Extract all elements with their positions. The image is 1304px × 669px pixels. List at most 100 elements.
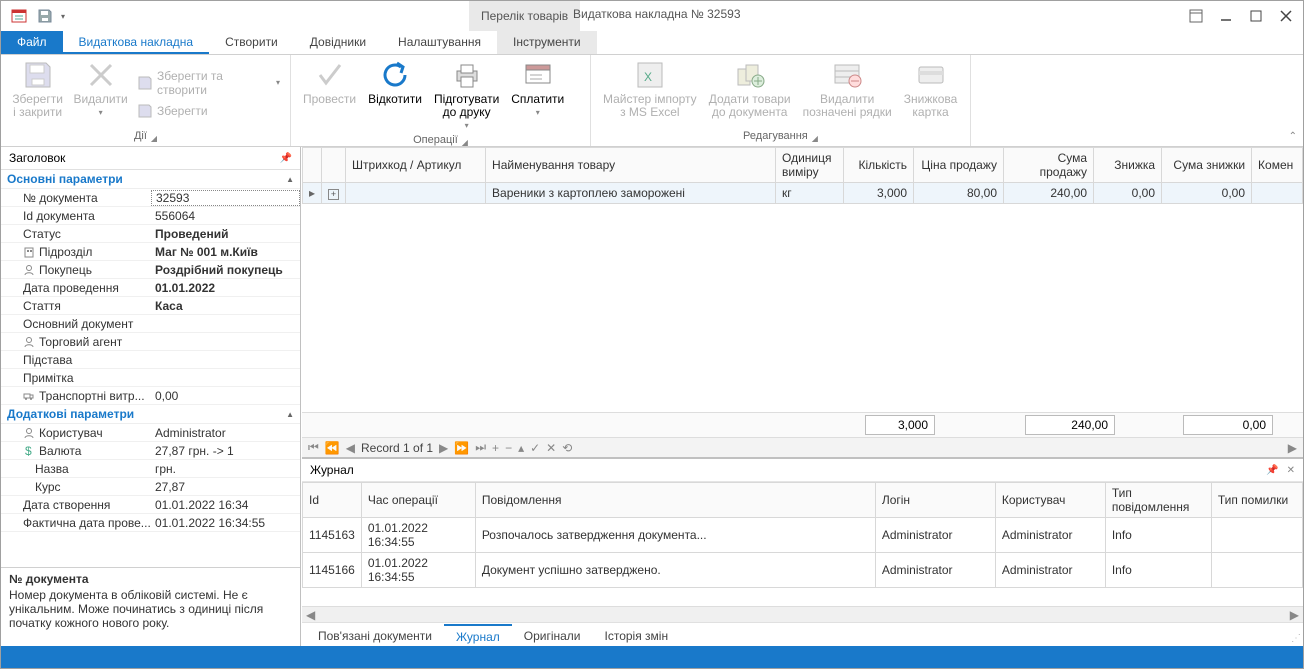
resize-grip-icon[interactable]: ⋰ [1291,633,1301,644]
property-row[interactable]: КористувачAdministrator [1,424,300,442]
tab-directories[interactable]: Довідники [294,31,382,54]
file-tab[interactable]: Файл [1,31,63,54]
ribbon-collapse-icon[interactable]: ⌃ [1289,131,1297,142]
nav-first-icon[interactable]: ⏮ [308,440,319,455]
property-row[interactable]: № документа32593 [1,189,300,207]
group-dialog-icon[interactable]: ◢ [462,138,468,147]
jcol-msg[interactable]: Повідомлення [475,483,875,518]
save-button[interactable]: Зберегти [133,101,284,121]
col-discount-sum[interactable]: Сума знижки [1162,148,1252,183]
delete-rows-button[interactable]: Видалити позначені рядки [797,57,898,130]
property-value[interactable]: 01.01.2022 [151,281,300,295]
cell-comment[interactable] [1252,183,1303,204]
nav-add-icon[interactable]: + [492,441,499,455]
property-value[interactable]: Проведений [151,227,300,241]
jtab-journal[interactable]: Журнал [444,624,512,648]
grid-navigator[interactable]: ⏮ ⏪ ◀ Record 1 of 1 ▶ ⏩ ⏭ + − ▴ ✓ ✕ ⟲ ▶ [302,437,1303,457]
property-row[interactable]: ПідрозділМаг № 001 м.Київ [1,243,300,261]
nav-cancel-icon[interactable]: ✕ [546,441,556,455]
nav-prev-icon[interactable]: ◀ [346,441,355,455]
group-dialog-icon[interactable]: ◢ [151,134,157,143]
cell-barcode[interactable] [346,183,486,204]
delete-button[interactable]: Видалити ▾ [68,57,133,130]
col-name[interactable]: Найменування товару [486,148,776,183]
jcol-login[interactable]: Логін [875,483,995,518]
property-row[interactable]: СтаттяКаса [1,297,300,315]
property-row[interactable]: СтатусПроведений [1,225,300,243]
property-value[interactable]: 01.01.2022 16:34:55 [151,516,300,530]
col-discount[interactable]: Знижка [1094,148,1162,183]
property-value[interactable]: Маг № 001 м.Київ [151,245,300,259]
property-row[interactable]: Примітка [1,369,300,387]
cell-name[interactable]: Вареники з картоплею заморожені [486,183,776,204]
nav-refresh-icon[interactable]: ⟲ [562,441,572,455]
rollback-button[interactable]: Відкотити [362,57,428,134]
property-value[interactable]: Роздрібний покупець [151,263,300,277]
tab-tools[interactable]: Інструменти [497,31,597,54]
property-value[interactable]: 27,87 грн. -> 1 [151,444,300,458]
journal-scrollbar[interactable]: ◀▶ [302,606,1303,622]
property-row[interactable]: Торговий агент [1,333,300,351]
row-expand[interactable]: + [322,183,346,204]
save-close-button[interactable]: Зберегти і закрити [7,57,68,130]
save-icon[interactable] [35,6,55,26]
discount-card-button[interactable]: Знижкова картка [898,57,964,130]
nav-last-icon[interactable]: ⏭ [475,440,486,455]
property-row[interactable]: Id документа556064 [1,207,300,225]
scroll-right-icon[interactable]: ▶ [1288,441,1297,455]
col-unit[interactable]: Одиниця виміру [776,148,844,183]
jcol-err[interactable]: Тип помилки [1211,483,1302,518]
cell-qty[interactable]: 3,000 [844,183,914,204]
add-goods-button[interactable]: Додати товари до документа [703,57,797,130]
nav-prev-page-icon[interactable]: ⏪ [325,441,340,455]
nav-end-edit-icon[interactable]: ✓ [530,441,540,455]
col-comment[interactable]: Комен [1252,148,1303,183]
nav-next-page-icon[interactable]: ⏩ [454,441,469,455]
jtab-originals[interactable]: Оригінали [512,625,593,647]
cell-unit[interactable]: кг [776,183,844,204]
col-price[interactable]: Ціна продажу [914,148,1004,183]
close-icon[interactable] [1273,6,1299,26]
property-row[interactable]: Фактична дата прове...01.01.2022 16:34:5… [1,514,300,532]
jcol-id[interactable]: Id [303,483,362,518]
journal-close-icon[interactable]: ✕ [1287,465,1295,476]
pin-icon[interactable]: 📌 [280,153,292,164]
cell-sum[interactable]: 240,00 [1004,183,1094,204]
journal-grid[interactable]: Id Час операції Повідомлення Логін Корис… [302,482,1303,606]
tab-create[interactable]: Створити [209,31,294,54]
category-main[interactable]: Основні параметри▲ [1,170,300,189]
journal-pin-icon[interactable]: 📌 [1266,465,1278,476]
property-value[interactable]: 0,00 [151,389,300,403]
property-value[interactable]: грн. [151,462,300,476]
property-row[interactable]: Основний документ [1,315,300,333]
qat-dropdown-icon[interactable]: ▾ [61,12,65,21]
ribbon-display-icon[interactable] [1183,6,1209,26]
property-grid[interactable]: Основні параметри▲ № документа32593Id до… [1,170,300,568]
property-row[interactable]: ПокупецьРоздрібний покупець [1,261,300,279]
category-additional[interactable]: Додаткові параметри▲ [1,405,300,424]
property-row[interactable]: Підстава [1,351,300,369]
save-and-create-button[interactable]: Зберегти та створити▾ [133,67,284,99]
cell-discount[interactable]: 0,00 [1094,183,1162,204]
approve-button[interactable]: Провести [297,57,362,134]
group-dialog-icon[interactable]: ◢ [812,134,818,143]
cell-price[interactable]: 80,00 [914,183,1004,204]
jcol-time[interactable]: Час операції [361,483,475,518]
property-value[interactable]: 556064 [151,209,300,223]
property-row[interactable]: Дата створення01.01.2022 16:34 [1,496,300,514]
tab-invoice[interactable]: Видаткова накладна [63,31,210,54]
property-value[interactable]: 01.01.2022 16:34 [151,498,300,512]
col-barcode[interactable]: Штрихкод / Артикул [346,148,486,183]
jtab-related[interactable]: Пов'язані документи [306,625,444,647]
journal-row[interactable]: 114516601.01.2022 16:34:55Документ успіш… [303,553,1303,588]
col-qty[interactable]: Кількість [844,148,914,183]
property-value[interactable]: 32593 [151,190,300,206]
tab-settings[interactable]: Налаштування [382,31,497,54]
property-row[interactable]: Назвагрн. [1,460,300,478]
excel-import-button[interactable]: X Майстер імпорту з MS Excel [597,57,703,130]
items-grid[interactable]: Штрихкод / Артикул Найменування товару О… [302,147,1303,412]
print-prepare-button[interactable]: Підготувати до друку▾ [428,57,505,134]
property-row[interactable]: Курс27,87 [1,478,300,496]
property-row[interactable]: $Валюта27,87 грн. -> 1 [1,442,300,460]
journal-row[interactable]: 114516301.01.2022 16:34:55Розпочалось за… [303,518,1303,553]
